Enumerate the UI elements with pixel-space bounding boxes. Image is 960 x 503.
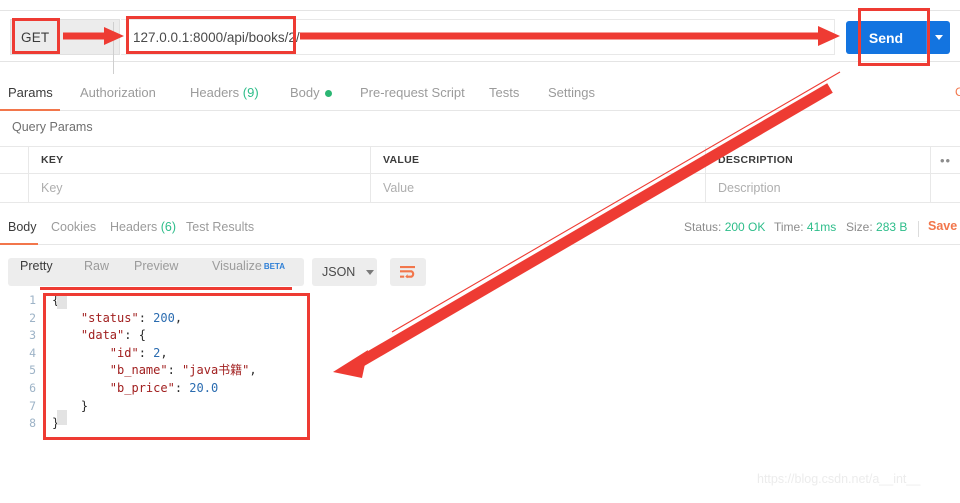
table-header-description-label: DESCRIPTION xyxy=(718,154,794,166)
table-header-value: VALUE xyxy=(370,147,705,173)
status-badge: Status: 200 OK xyxy=(684,220,765,234)
active-response-tab-indicator xyxy=(0,243,38,245)
response-tab-body[interactable]: Body xyxy=(8,220,37,234)
row-checkbox-cell[interactable] xyxy=(0,174,28,202)
size-value: 283 B xyxy=(876,220,908,234)
response-tab-test-results[interactable]: Test Results xyxy=(186,220,254,234)
table-row[interactable]: Key Value Description xyxy=(0,174,960,203)
table-options-button[interactable]: •• xyxy=(930,147,960,173)
line-number: 2 xyxy=(29,310,36,325)
line-number-gutter: 1 2 3 4 5 6 7 8 xyxy=(0,292,42,442)
send-box-annotation xyxy=(858,8,930,66)
viewer-mode-pretty[interactable]: Pretty xyxy=(20,252,53,280)
beta-badge: BETA xyxy=(263,261,285,271)
line-number: 7 xyxy=(29,398,36,413)
viewer-mode-raw[interactable]: Raw xyxy=(84,252,109,280)
cookies-link[interactable]: Cookies xyxy=(955,85,960,99)
watermark: https://blog.csdn.net/a__int__ xyxy=(757,472,921,486)
table-header-value-label: VALUE xyxy=(383,154,420,166)
time-label: Time: xyxy=(774,220,804,234)
row-description-placeholder: Description xyxy=(718,181,781,195)
response-viewer-toolbar: Pretty Raw Preview Visualize BETA JSON xyxy=(0,252,960,292)
line-number: 4 xyxy=(29,345,36,360)
wrap-text-button[interactable] xyxy=(390,258,426,286)
tab-headers-label: Headers xyxy=(190,85,240,100)
query-params-table: KEY VALUE DESCRIPTION •• Key Value Descr… xyxy=(0,146,960,203)
row-value-placeholder: Value xyxy=(383,181,415,195)
status-label: Status: xyxy=(684,220,722,234)
pretty-mode-annotation-underline xyxy=(40,287,292,290)
response-tab-headers-count: (6) xyxy=(160,220,177,234)
tab-params[interactable]: Params xyxy=(8,85,53,100)
viewer-mode-preview[interactable]: Preview xyxy=(134,252,178,280)
tab-settings[interactable]: Settings xyxy=(548,85,595,100)
response-tab-cookies-label: Cookies xyxy=(51,220,97,234)
tab-authorization[interactable]: Authorization xyxy=(80,85,156,100)
table-header-key-label: KEY xyxy=(41,154,64,166)
meta-divider xyxy=(918,221,919,237)
table-header-checkbox-cell xyxy=(0,147,28,173)
viewer-mode-visualize-label: Visualize xyxy=(212,259,262,273)
url-box-annotation xyxy=(126,16,296,54)
tab-pre-request-script[interactable]: Pre-request Script xyxy=(360,85,465,100)
response-tab-headers[interactable]: Headers (6) xyxy=(110,220,176,234)
chevron-down-icon xyxy=(934,35,943,40)
tab-body[interactable]: Body xyxy=(290,85,332,100)
tab-params-label: Params xyxy=(8,85,53,100)
response-tab-cookies[interactable]: Cookies xyxy=(51,220,96,234)
line-number: 8 xyxy=(29,416,36,431)
size-badge: Size: 283 B xyxy=(846,220,907,234)
viewer-mode-preview-label: Preview xyxy=(134,259,179,273)
tab-tests[interactable]: Tests xyxy=(489,85,519,100)
ellipsis-icon: •• xyxy=(939,152,952,168)
status-value: 200 OK xyxy=(724,220,766,234)
time-value: 41ms xyxy=(806,220,837,234)
tab-authorization-label: Authorization xyxy=(80,85,156,100)
response-tab-bar: Body Cookies Headers (6) Test Results St… xyxy=(0,213,960,245)
active-tab-indicator xyxy=(0,109,60,111)
row-key-input[interactable]: Key xyxy=(28,174,370,202)
tab-headers[interactable]: Headers (9) xyxy=(190,85,259,100)
time-badge: Time: 41ms xyxy=(774,220,836,234)
response-tab-test-results-label: Test Results xyxy=(186,220,255,234)
viewer-mode-raw-label: Raw xyxy=(84,259,110,273)
chevron-down-icon xyxy=(366,270,374,275)
viewer-mode-visualize[interactable]: Visualize BETA xyxy=(212,252,285,280)
row-value-input[interactable]: Value xyxy=(370,174,705,202)
response-body-box-annotation xyxy=(43,293,310,440)
row-description-input[interactable]: Description xyxy=(705,174,930,202)
response-tab-body-label: Body xyxy=(8,220,37,234)
size-label: Size: xyxy=(846,220,873,234)
table-header-key: KEY xyxy=(28,147,370,173)
response-tab-headers-label: Headers xyxy=(110,220,158,234)
code-fold-guide xyxy=(113,22,114,74)
response-format-value: JSON xyxy=(322,265,356,279)
save-response-button[interactable]: Save xyxy=(928,219,957,233)
tab-tests-label: Tests xyxy=(489,85,520,100)
wrap-text-icon xyxy=(400,266,415,279)
row-options-cell[interactable] xyxy=(930,174,960,202)
line-number: 3 xyxy=(29,328,36,343)
viewer-mode-pretty-label: Pretty xyxy=(20,259,53,273)
table-header-description: DESCRIPTION xyxy=(705,147,930,173)
body-present-dot-icon xyxy=(324,90,332,98)
row-key-placeholder: Key xyxy=(41,181,63,195)
line-number: 5 xyxy=(29,363,36,378)
line-number: 1 xyxy=(29,293,36,307)
tab-headers-count: (9) xyxy=(242,85,259,100)
method-box-annotation xyxy=(12,18,60,54)
request-tab-bar: Params Authorization Headers (9) Body Pr… xyxy=(0,78,960,111)
tab-body-label: Body xyxy=(290,85,320,100)
table-header-row: KEY VALUE DESCRIPTION •• xyxy=(0,147,960,174)
postman-window: GET 127.0.0.1:8000/api/books/2/ Send Par… xyxy=(0,0,960,503)
tab-settings-label: Settings xyxy=(548,85,595,100)
line-number: 6 xyxy=(29,380,36,395)
tab-pre-request-script-label: Pre-request Script xyxy=(360,85,465,100)
query-params-title: Query Params xyxy=(12,120,93,134)
